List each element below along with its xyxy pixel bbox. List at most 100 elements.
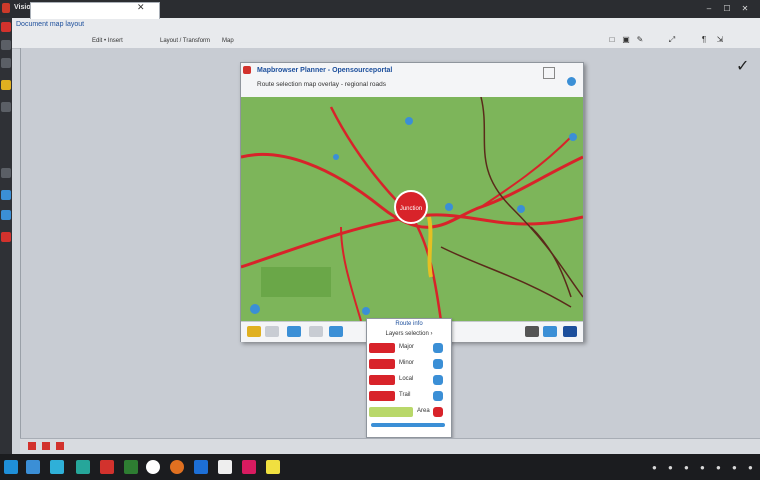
close-button[interactable]: ✕ [738,4,752,13]
map-url[interactable]: Mapbrowser Planner - Opensourceportal [257,67,392,74]
settings-icon[interactable] [1,102,11,112]
highlighted-route [427,216,433,278]
map-header: Mapbrowser Planner - Opensourceportal Ro… [241,63,583,98]
poi-marker[interactable] [445,203,453,211]
route-button[interactable] [543,326,557,337]
layers-icon[interactable] [1,58,11,68]
browser-icon[interactable] [26,460,40,474]
folder-icon[interactable] [1,80,11,90]
layer-label: Major [399,344,415,350]
layers-button[interactable] [247,326,261,337]
minimize-button[interactable]: – [702,4,716,13]
status-alert-icon [56,442,64,450]
paint-icon[interactable] [242,460,256,474]
map-window: Mapbrowser Planner - Opensourceportal Ro… [240,62,584,342]
poi-marker[interactable] [569,133,577,141]
zoom-button[interactable] [309,326,323,337]
ribbon-icon-2[interactable]: ▣ [622,36,630,44]
ribbon-icon-5[interactable]: ¶ [700,36,708,44]
ribbon-icon-6[interactable]: ⇲ [716,36,724,44]
search-icon[interactable] [1,168,11,178]
poi-marker[interactable] [250,304,260,314]
maximize-button[interactable]: ☐ [720,4,734,13]
start-icon[interactable] [4,460,18,474]
layer-row[interactable]: Major [369,341,449,355]
clock-icon[interactable] [146,460,160,474]
record-icon[interactable] [1,22,11,32]
locate-button[interactable] [287,326,301,337]
media-icon[interactable] [124,460,138,474]
popup-title: Route info [395,321,423,327]
map-expand-icon[interactable] [543,67,555,79]
left-toolbar [0,18,12,454]
map-refresh-icon[interactable] [567,77,576,86]
share-button[interactable] [329,326,343,337]
measure-button[interactable] [525,326,539,337]
poi-marker[interactable] [405,117,413,125]
poi-marker[interactable] [333,154,339,160]
ribbon-layout-menu[interactable]: Layout / Transform [160,38,210,44]
junction-label: Junction [400,206,422,212]
layer-toggle[interactable] [433,343,443,353]
poi-marker[interactable] [517,205,525,213]
tray-battery-icon[interactable]: ● [684,463,689,472]
tray-notification-icon[interactable]: ● [732,463,737,472]
ribbon-edit-menu[interactable]: Edit • Insert [92,38,123,44]
ribbon-icon-1[interactable]: □ [608,36,616,44]
tray-chat-icon[interactable]: ● [748,463,753,472]
ribbon-map-menu[interactable]: Map [222,38,234,44]
map-subtitle: Route selection map overlay - regional r… [257,81,386,88]
map-park [261,267,331,297]
layer-label: Area [417,408,430,414]
ribbon-icon-4[interactable]: ⤢ [668,36,676,44]
tray-volume-icon[interactable]: ● [668,463,673,472]
popup-subtitle: Layers selection › [385,331,433,337]
checkmark-icon[interactable]: ✓ [736,56,749,76]
poi-marker[interactable] [362,307,370,315]
layer-label: Trail [399,392,411,398]
legend-button[interactable] [265,326,279,337]
layer-row[interactable]: Area [369,405,449,419]
status-warning-icon [42,442,50,450]
layers-popup: Route info Layers selection › Major Mino… [366,318,452,438]
map-canvas[interactable]: Junction [241,97,583,321]
status-error-icon [28,442,36,450]
alert-icon[interactable] [1,232,11,242]
docs-icon[interactable] [194,460,208,474]
print-button[interactable] [563,326,577,337]
music-icon[interactable] [76,460,90,474]
layer-toggle[interactable] [433,391,443,401]
firefox-icon[interactable] [170,460,184,474]
popup-scrollbar[interactable] [371,423,445,427]
layer-row[interactable]: Trail [369,389,449,403]
layer-color-swatch [369,407,413,417]
status-bar [20,438,760,455]
layer-label: Local [399,376,414,382]
globe-icon[interactable] [1,210,11,220]
taskbar: ● ● ● ● ● ● ● [0,454,760,480]
files-icon[interactable] [50,460,64,474]
layer-row[interactable]: Local [369,373,449,387]
map-roads: Junction [241,97,583,321]
tray-network-icon[interactable]: ● [652,463,657,472]
game-icon[interactable] [218,460,232,474]
layer-toggle[interactable] [433,407,443,417]
layer-toggle[interactable] [433,375,443,385]
layer-color-swatch [369,359,395,369]
tray-sync-icon[interactable]: ● [716,463,721,472]
tool-icon[interactable] [1,40,11,50]
tab-close-icon[interactable]: ✕ [137,2,147,12]
ribbon-toolbar [12,18,760,49]
map-badge-icon [243,66,251,74]
notes-icon[interactable] [266,460,280,474]
tray-update-icon[interactable]: ● [700,463,705,472]
chrome-icon[interactable] [100,460,114,474]
info-icon[interactable] [1,190,11,200]
layer-color-swatch [369,391,395,401]
layer-toggle[interactable] [433,359,443,369]
ribbon-icon-3[interactable]: ✎ [636,36,644,44]
layer-label: Minor [399,360,415,366]
layer-color-swatch [369,343,395,353]
layer-row[interactable]: Minor [369,357,449,371]
app-logo-icon [2,3,10,13]
